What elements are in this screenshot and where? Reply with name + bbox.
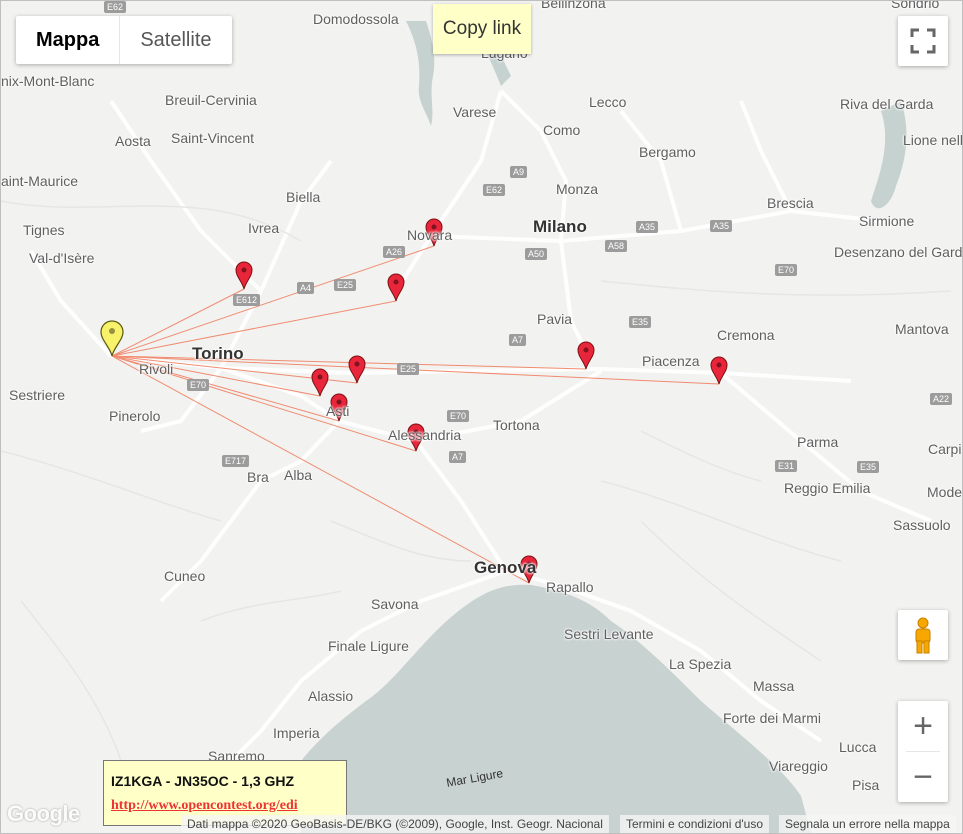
place-label: Forte dei Marmi bbox=[723, 710, 822, 726]
place-label: Desenzano del Garda bbox=[834, 244, 963, 260]
place-label: Saint-Vincent bbox=[171, 130, 255, 146]
highway-shield: E612 bbox=[233, 294, 261, 306]
place-label: Piacenza bbox=[642, 353, 700, 369]
fullscreen-icon bbox=[910, 28, 936, 54]
place-label: Mantova bbox=[895, 321, 949, 337]
place-label: Lucca bbox=[839, 739, 877, 755]
highway-shield: E62 bbox=[104, 1, 127, 13]
place-label: Lecco bbox=[589, 94, 627, 110]
map-data-attribution: Dati mappa ©2020 GeoBasis-DE/BKG (©2009)… bbox=[181, 815, 609, 833]
place-label: Alassio bbox=[308, 688, 354, 704]
map-canvas[interactable]: DomodossolaBellinzonaLuganoSondrionix-Mo… bbox=[0, 0, 963, 834]
highway-shield: E31 bbox=[775, 460, 798, 472]
place-label: Pisa bbox=[852, 777, 880, 793]
place-label: Alba bbox=[284, 467, 313, 483]
place-label: Bellinzona bbox=[541, 0, 606, 11]
zoom-in-button[interactable]: + bbox=[898, 701, 948, 751]
fullscreen-button[interactable] bbox=[898, 16, 948, 66]
place-label: Torino bbox=[192, 344, 244, 363]
place-label: Bra bbox=[247, 469, 269, 485]
place-label: Varese bbox=[453, 104, 497, 120]
place-label: Como bbox=[543, 122, 581, 138]
place-label: Novara bbox=[407, 227, 453, 243]
zoom-out-button[interactable]: − bbox=[898, 752, 948, 802]
highway-shield: A35 bbox=[710, 220, 733, 232]
map-type-toggle: Mappa Satellite bbox=[16, 16, 232, 64]
report-error-link[interactable]: Segnala un errore nella mappa bbox=[779, 815, 956, 833]
place-label: Sestri Levante bbox=[564, 626, 654, 642]
highway-shield: E70 bbox=[187, 379, 210, 391]
place-label: Finale Ligure bbox=[328, 638, 409, 654]
place-label: Val-d'Isère bbox=[29, 250, 95, 266]
place-label: Biella bbox=[286, 189, 321, 205]
highway-shield: A22 bbox=[930, 393, 953, 405]
place-label: La Spezia bbox=[669, 656, 732, 672]
place-label: Breuil-Cervinia bbox=[165, 92, 257, 108]
highway-shield: E717 bbox=[222, 455, 250, 467]
info-window-link[interactable]: http://www.opencontest.org/edi bbox=[111, 798, 298, 814]
place-label: Sestriere bbox=[9, 387, 66, 403]
highway-shield: A9 bbox=[510, 166, 528, 178]
highway-shield: A7 bbox=[449, 451, 467, 463]
highway-shield: A7 bbox=[509, 334, 527, 346]
place-label: Pinerolo bbox=[109, 408, 161, 424]
place-label: Sirmione bbox=[859, 213, 915, 229]
map-type-mappa-button[interactable]: Mappa bbox=[16, 16, 119, 64]
place-label: Carpi bbox=[928, 441, 962, 457]
place-label: Parma bbox=[797, 434, 839, 450]
place-label: Modena bbox=[927, 484, 963, 500]
highway-shield: E25 bbox=[334, 279, 357, 291]
place-label: nix-Mont-Blanc bbox=[1, 73, 95, 89]
place-label: Brescia bbox=[767, 195, 814, 211]
place-label: Lione nella Sul Garda bbox=[903, 132, 963, 148]
place-label: Sassuolo bbox=[893, 517, 951, 533]
pegman-icon bbox=[915, 617, 931, 654]
place-label: Genova bbox=[474, 558, 537, 577]
terms-link[interactable]: Termini e condizioni d'uso bbox=[620, 815, 770, 833]
place-label: Savona bbox=[371, 596, 419, 612]
highway-shield: A58 bbox=[605, 240, 628, 252]
highway-shield: A35 bbox=[636, 221, 659, 233]
place-label: Viareggio bbox=[769, 758, 828, 774]
place-label: Bergamo bbox=[639, 144, 696, 160]
place-label: Rivoli bbox=[139, 361, 174, 377]
place-label: Rapallo bbox=[546, 579, 594, 595]
place-label: aint-Maurice bbox=[1, 173, 79, 189]
highway-shield: E70 bbox=[775, 264, 798, 276]
place-label: Alessandria bbox=[388, 427, 462, 443]
place-label: Cremona bbox=[717, 327, 775, 343]
highway-shield: A50 bbox=[525, 248, 548, 260]
street-view-pegman-button[interactable] bbox=[898, 610, 948, 660]
place-label: Reggio Emilia bbox=[784, 480, 871, 496]
highway-shield: E25 bbox=[397, 363, 420, 375]
place-label: Riva del Garda bbox=[840, 96, 934, 112]
zoom-control: + − bbox=[898, 701, 948, 802]
highway-shield: E35 bbox=[857, 461, 880, 473]
place-label: Ivrea bbox=[248, 220, 280, 236]
place-label: Sondrio bbox=[891, 0, 940, 11]
place-label: Domodossola bbox=[313, 11, 399, 27]
map-type-satellite-button[interactable]: Satellite bbox=[119, 16, 231, 64]
place-label: Massa bbox=[753, 678, 795, 694]
place-label: Cuneo bbox=[164, 568, 206, 584]
copy-link-button[interactable]: Copy link bbox=[433, 4, 531, 54]
highway-shield: E62 bbox=[483, 184, 506, 196]
place-label: Asti bbox=[326, 403, 350, 419]
highway-shield: A26 bbox=[383, 246, 406, 258]
highway-shield: E35 bbox=[629, 316, 652, 328]
place-label: Monza bbox=[556, 181, 599, 197]
place-label: Tortona bbox=[493, 417, 540, 433]
place-label: Pavia bbox=[537, 311, 573, 327]
place-label: Aosta bbox=[115, 133, 151, 149]
highway-shield: A4 bbox=[297, 282, 315, 294]
place-label: Tignes bbox=[23, 222, 65, 238]
highway-shield: E70 bbox=[447, 410, 470, 422]
place-label: Milano bbox=[533, 217, 587, 236]
info-window-title: IZ1KGA - JN35OC - 1,3 GHZ bbox=[111, 773, 295, 789]
google-logo[interactable]: Google bbox=[7, 801, 80, 827]
place-label: Imperia bbox=[273, 725, 320, 741]
